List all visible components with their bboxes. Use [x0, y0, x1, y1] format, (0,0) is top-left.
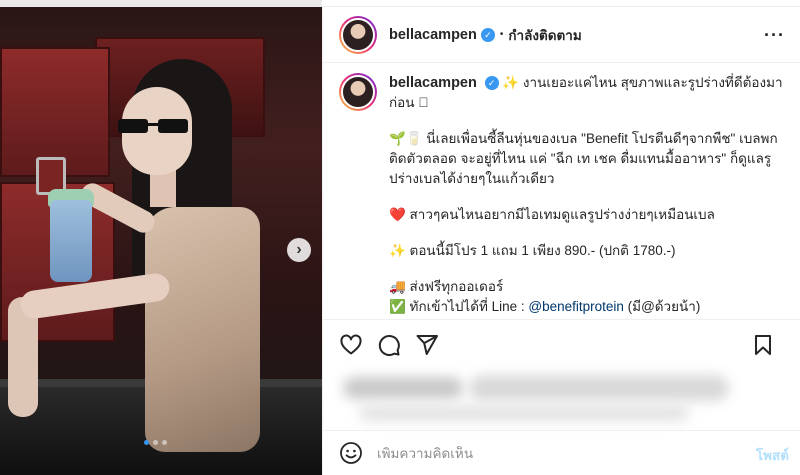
comment-icon: [378, 334, 400, 356]
heart-icon: [340, 334, 362, 354]
action-bar: [323, 319, 800, 369]
comment-bar: โพสต์: [323, 430, 800, 475]
carousel-next-button[interactable]: ›: [287, 238, 311, 262]
blurred-likes-area: [339, 369, 779, 429]
more-options-icon[interactable]: ···: [764, 25, 785, 46]
save-button[interactable]: [751, 333, 775, 357]
emoji-icon[interactable]: [339, 441, 363, 465]
chevron-right-icon: ›: [296, 241, 302, 258]
line-link[interactable]: @benefitprotein: [528, 299, 624, 314]
panel-top-strip: [322, 0, 800, 7]
comment-input[interactable]: [377, 445, 737, 461]
post-photo[interactable]: ›: [0, 7, 322, 475]
paper-plane-icon: [416, 334, 438, 355]
separator-dot: •: [499, 29, 504, 40]
caption-line-5: 🚚 ส่งฟรีทุกออเดอร์: [389, 279, 504, 294]
post-side-panel: bellacampen ✓ • กำลังติดตาม ··· bellacam…: [322, 7, 800, 475]
caption-line-6: ✅ ทักเข้าไปได้ที่ Line : @benefitprotein…: [389, 299, 701, 314]
sunglasses: [118, 119, 190, 133]
shaker-bottle: [50, 200, 92, 282]
post-header: bellacampen ✓ • กำลังติดตาม ···: [323, 7, 800, 63]
carousel-dot-active: [144, 440, 149, 445]
following-button[interactable]: กำลังติดตาม: [508, 24, 581, 46]
bookmark-icon: [755, 335, 771, 355]
verified-badge-icon: ✓: [484, 76, 499, 91]
verified-badge-icon: ✓: [480, 27, 495, 42]
caption-username[interactable]: bellacampen: [389, 75, 477, 91]
like-button[interactable]: [339, 333, 363, 357]
share-button[interactable]: [415, 333, 439, 357]
comment-button[interactable]: [377, 333, 401, 357]
caption-avatar[interactable]: [339, 73, 377, 111]
caption-area: bellacampen ✓ ✨ งานเยอะแค่ไหน สุขภาพและร…: [323, 63, 800, 319]
carousel-dot: [153, 440, 158, 445]
dress: [145, 207, 260, 452]
carousel-dots: [144, 440, 167, 445]
carousel-dot: [162, 440, 167, 445]
header-username[interactable]: bellacampen: [389, 27, 477, 43]
caption-line-4: ✨ ตอนนี้มีโปร 1 แถม 1 เพียง 890.- (ปกติ …: [389, 243, 676, 258]
caption-line-3: ❤️ สาวๆคนไหนอยากมีไอเทมดูแลรูปร่างง่ายๆเ…: [389, 207, 715, 222]
post-comment-button[interactable]: โพสต์: [756, 444, 789, 466]
caption-text: bellacampen ✓ ✨ งานเยอะแค่ไหน สุขภาพและร…: [389, 73, 784, 317]
caption-line-2: 🌱🥛 นี่เลยเพื่อนซี้ลีนหุ่นของเบล "Benefit…: [389, 131, 778, 186]
avatar[interactable]: [339, 15, 377, 54]
